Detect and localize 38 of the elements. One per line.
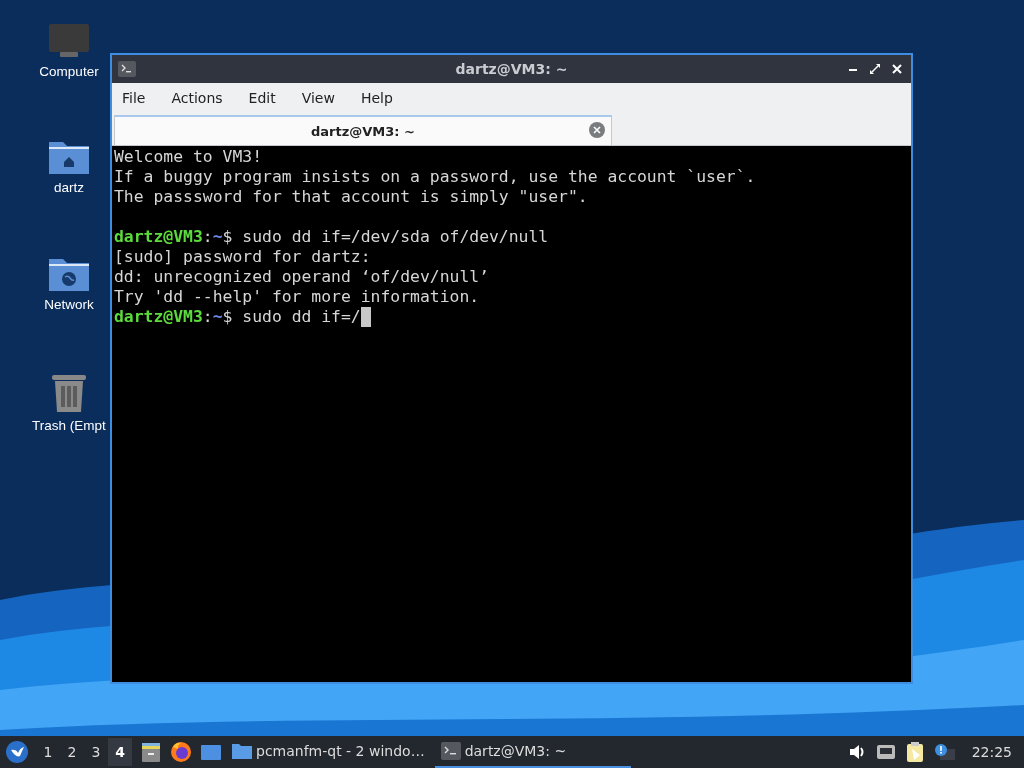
desktop-icon-label[interactable]: Network (44, 297, 94, 312)
workspace-button[interactable]: 1 (36, 738, 60, 766)
desktop-icon-label[interactable]: dartz (54, 180, 84, 195)
terminal-line: The passsword for that account is simply "user". (114, 187, 588, 207)
folder-icon (232, 742, 252, 760)
menu-item[interactable]: View (301, 90, 335, 106)
clipboard-icon[interactable] (905, 741, 924, 763)
terminal-icon (440, 742, 461, 760)
terminal-line: dd: unrecognized operand ‘of/dev/null’ (114, 267, 489, 287)
restore-icon[interactable] (869, 63, 881, 75)
terminal-line: [sudo] password for dartz: (114, 247, 371, 267)
prompt-line: dartz@VM3:~$ sudo dd if=/dev/sda of/dev/null (114, 227, 549, 247)
workspace-button[interactable]: 3 (84, 738, 108, 766)
terminal-icon (118, 61, 136, 77)
workspace-button[interactable]: 4 (108, 738, 132, 766)
browser-icon[interactable] (170, 741, 192, 763)
volume-icon[interactable] (847, 743, 866, 761)
close-tab-icon[interactable] (589, 122, 605, 138)
taskbar-task[interactable]: dartz@VM3: ~ (434, 736, 631, 768)
terminal-line: If a buggy program insists on a password, use the account `user`. (114, 167, 756, 187)
window-title: dartz@VM3: ~ (455, 61, 568, 77)
close-icon[interactable] (891, 63, 903, 75)
terminal-tab[interactable]: dartz@VM3: ~ (114, 115, 612, 145)
notification-icon[interactable] (933, 743, 956, 761)
menu-item[interactable]: Actions (171, 90, 223, 106)
menu-item[interactable]: Help (360, 90, 393, 106)
network-port-icon[interactable] (875, 743, 896, 761)
desktop-icon-label[interactable]: Trash (Empt (32, 418, 106, 433)
prompt-line: dartz@VM3:~$ sudo dd if=/ (114, 307, 361, 327)
terminal-line: Welcome to VM3! (114, 147, 263, 167)
menu-item[interactable]: File (122, 90, 146, 106)
file-cabinet-icon[interactable] (140, 741, 162, 763)
menu-item[interactable]: Edit (248, 90, 276, 106)
clock[interactable]: 22:25 (971, 744, 1012, 760)
taskbar-task[interactable]: pcmanfm-qt - 2 windo… (226, 736, 431, 768)
desktop-icon-label[interactable]: Computer (39, 64, 99, 79)
terminal-line: Try 'dd --help' for more information. (114, 287, 480, 307)
workspace-button[interactable]: 2 (60, 738, 84, 766)
